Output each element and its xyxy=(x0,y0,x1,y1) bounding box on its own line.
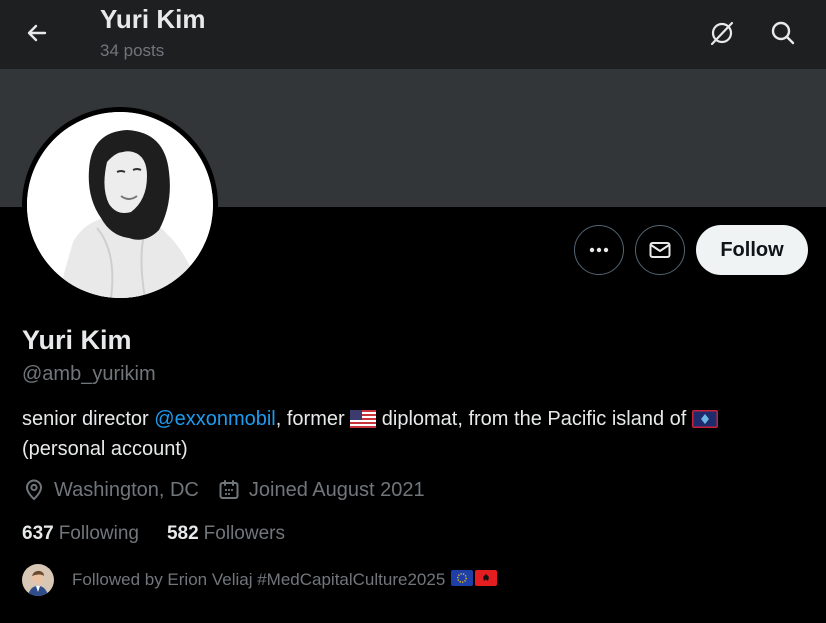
us-flag-icon xyxy=(350,409,377,436)
back-button[interactable] xyxy=(18,14,56,52)
bio-text: diplomat, from the Pacific island of xyxy=(376,408,692,430)
envelope-icon xyxy=(649,242,671,258)
avatar-ring[interactable] xyxy=(22,107,218,303)
search-icon xyxy=(771,21,795,45)
circle-slash-icon xyxy=(710,21,734,46)
profile-stats: 637 Following 582 Followers xyxy=(22,523,285,545)
joined-item: Joined August 2021 xyxy=(217,478,425,502)
followed-by-text: Followed by Erion Veliaj #MedCapitalCult… xyxy=(72,570,446,589)
profile-meta: Washington, DC Joined August 2021 xyxy=(22,478,425,502)
albania-flag-icon xyxy=(475,569,498,591)
followed-by-row[interactable]: Followed by Erion Veliaj #MedCapitalCult… xyxy=(22,564,498,596)
following-count: 637 xyxy=(22,523,54,544)
profile-bio: senior director @exxonmobil, former dipl… xyxy=(22,406,812,463)
joined-text: Joined August 2021 xyxy=(248,478,425,501)
profile-name: Yuri Kim xyxy=(22,325,132,355)
following-label: Following xyxy=(58,523,139,544)
ellipsis-icon xyxy=(589,247,609,253)
follow-button[interactable]: Follow xyxy=(696,225,808,275)
followers-link[interactable]: 582 Followers xyxy=(167,523,285,545)
following-link[interactable]: 637 Following xyxy=(22,523,139,545)
header-title-block: Yuri Kim 34 posts xyxy=(100,4,205,61)
top-bar: Yuri Kim 34 posts xyxy=(0,0,826,69)
message-button[interactable] xyxy=(635,225,685,275)
location-item: Washington, DC xyxy=(22,478,199,502)
bio-text: senior director xyxy=(22,408,155,430)
followers-label: Followers xyxy=(203,523,285,544)
bio-text-line2: (personal account) xyxy=(22,438,188,460)
arrow-left-icon xyxy=(27,24,47,42)
profile-handle: @amb_yurikim xyxy=(22,363,156,385)
location-text: Washington, DC xyxy=(54,478,199,501)
eu-flag-icon xyxy=(451,569,474,591)
calendar-icon xyxy=(217,478,241,502)
translate-toggle-button[interactable] xyxy=(703,14,741,52)
followers-count: 582 xyxy=(166,523,199,544)
guam-flag-icon xyxy=(691,409,718,436)
bio-mention-link[interactable]: @exxonmobil xyxy=(154,408,275,430)
more-options-button[interactable] xyxy=(574,225,624,275)
avatar xyxy=(27,112,213,298)
post-count: 34 posts xyxy=(100,41,165,60)
search-button[interactable] xyxy=(764,14,802,52)
follower-avatar xyxy=(22,564,54,596)
bio-text: , former xyxy=(275,408,351,430)
header-name: Yuri Kim xyxy=(100,4,206,34)
location-pin-icon xyxy=(22,478,46,502)
